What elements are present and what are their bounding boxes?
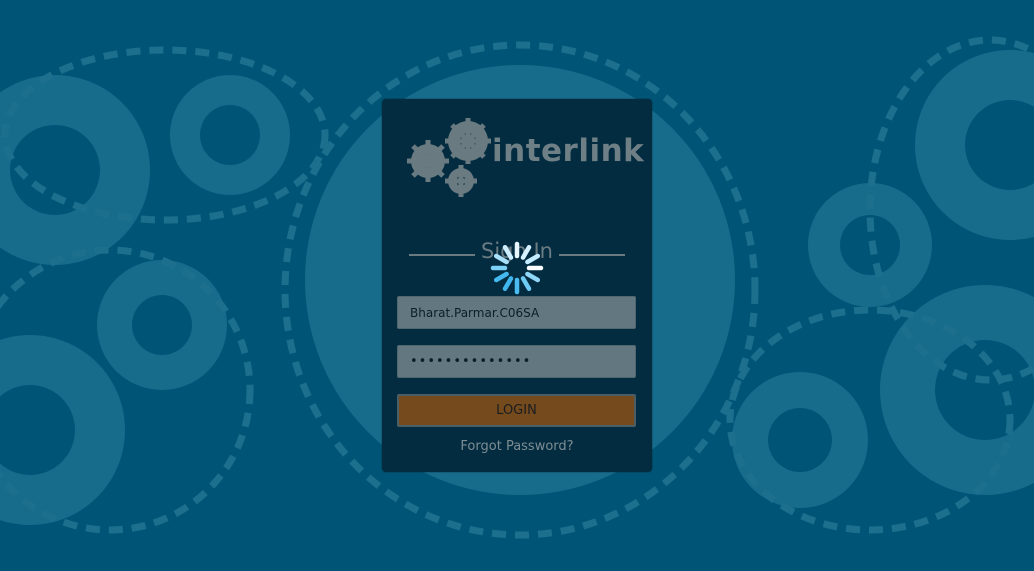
password-input[interactable]: ••••••••••••••	[397, 345, 636, 378]
interlink-logo: interlink	[406, 113, 644, 203]
login-card: interlink Sign In •••	[382, 99, 652, 472]
loading-spinner-icon	[490, 241, 544, 295]
username-input[interactable]	[397, 296, 636, 329]
heading-divider-right	[559, 254, 625, 256]
logo-text: interlink	[492, 133, 645, 169]
forgot-password-link[interactable]: Forgot Password?	[382, 439, 652, 454]
login-page: interlink Sign In •••	[0, 0, 1034, 571]
login-button[interactable]: LOGIN	[397, 394, 636, 427]
